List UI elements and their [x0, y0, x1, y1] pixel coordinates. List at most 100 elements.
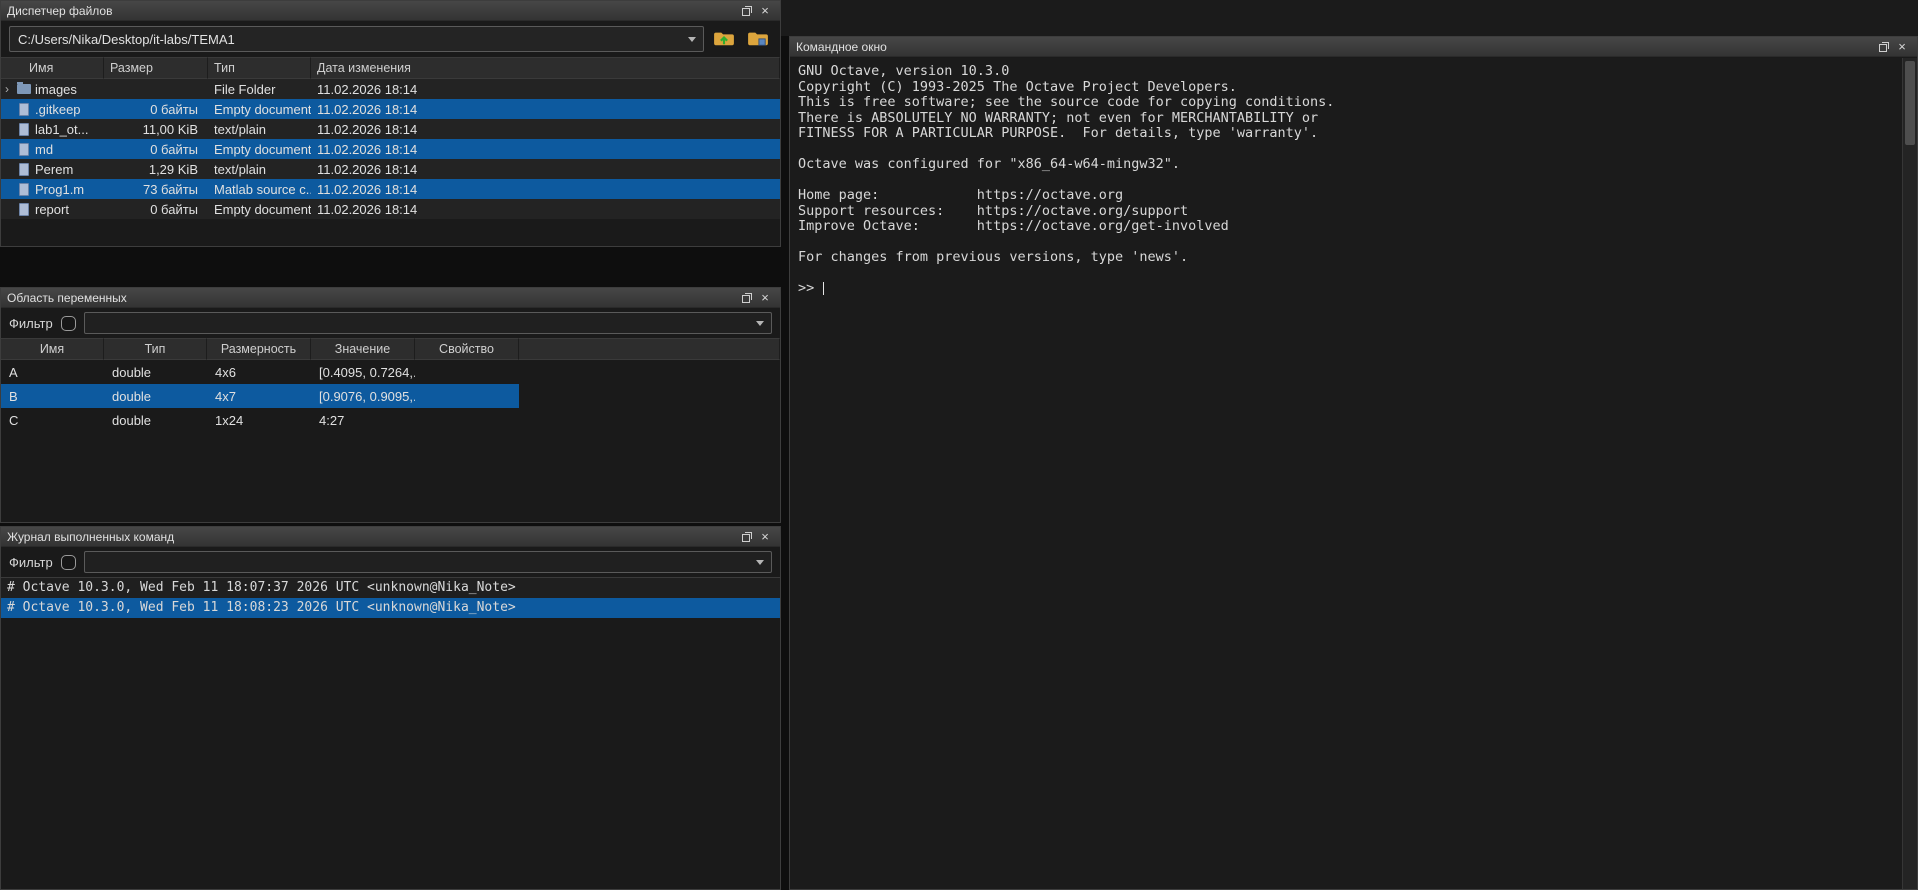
- terminal-line: GNU Octave, version 10.3.0: [798, 64, 1902, 80]
- file-type-cell: Empty document: [208, 142, 311, 157]
- chevron-down-icon: [756, 560, 764, 565]
- variable-value-cell: 4:27: [311, 413, 415, 428]
- column-header-name[interactable]: Имя: [1, 57, 104, 79]
- variable-row[interactable]: Bdouble4x7[0.9076, 0.9095,...: [1, 384, 780, 408]
- column-header-date[interactable]: Дата изменения: [311, 57, 780, 79]
- filter-combobox[interactable]: [84, 551, 772, 573]
- variable-name-cell: A: [1, 365, 104, 380]
- command-output: GNU Octave, version 10.3.0Copyright (C) …: [798, 64, 1902, 281]
- file-date-cell: 11.02.2026 18:14: [311, 122, 780, 137]
- variable-row[interactable]: Cdouble1x244:27: [1, 408, 780, 432]
- file-row[interactable]: report0 байтыEmpty document11.02.2026 18…: [1, 199, 780, 219]
- file-icon: [19, 143, 29, 156]
- file-name-cell: › images: [1, 82, 104, 97]
- terminal-line: This is free software; see the source co…: [798, 95, 1902, 111]
- file-date-cell: 11.02.2026 18:14: [311, 182, 780, 197]
- terminal-line: [798, 173, 1902, 189]
- file-type-cell: Empty document: [208, 102, 311, 117]
- variable-row[interactable]: Adouble4x6[0.4095, 0.7264,...: [1, 360, 780, 384]
- browse-dir-button[interactable]: [744, 26, 772, 52]
- column-header-name[interactable]: Имя: [1, 338, 104, 360]
- command-prompt[interactable]: >>: [798, 281, 1902, 297]
- column-header-dims[interactable]: Размерность: [207, 338, 311, 360]
- undock-button[interactable]: [738, 290, 756, 306]
- file-row[interactable]: Perem1,29 KiBtext/plain11.02.2026 18:14: [1, 159, 780, 179]
- file-name-cell: md: [1, 142, 104, 157]
- history-entry[interactable]: # Octave 10.3.0, Wed Feb 11 18:08:23 202…: [1, 598, 780, 618]
- file-row[interactable]: md0 байтыEmpty document11.02.2026 18:14: [1, 139, 780, 159]
- dir-up-button[interactable]: [710, 26, 738, 52]
- file-size-cell: 11,00 KiB: [104, 122, 208, 137]
- column-header-attr[interactable]: Свойство: [415, 338, 519, 360]
- terminal-line: Copyright (C) 1993-2025 The Octave Proje…: [798, 80, 1902, 96]
- file-name-text: report: [35, 202, 69, 217]
- close-button[interactable]: ×: [1893, 39, 1911, 55]
- variable-value-cell: [0.4095, 0.7264,...: [311, 365, 415, 380]
- close-button[interactable]: ×: [756, 3, 774, 19]
- history-titlebar[interactable]: Журнал выполненных команд ×: [1, 527, 780, 547]
- file-path-combobox[interactable]: C:/Users/Nika/Desktop/it-labs/TEMA1: [9, 26, 704, 52]
- close-button[interactable]: ×: [756, 290, 774, 306]
- undock-icon: [742, 532, 752, 542]
- text-cursor: [823, 282, 824, 295]
- filter-combobox[interactable]: [84, 312, 772, 334]
- file-size-cell: 0 байты: [104, 202, 208, 217]
- prompt-text: >>: [798, 281, 822, 297]
- column-header-type[interactable]: Тип: [208, 57, 311, 79]
- undock-button[interactable]: [1875, 39, 1893, 55]
- file-size-cell: 73 байты: [104, 182, 208, 197]
- column-header-type[interactable]: Тип: [104, 338, 207, 360]
- undock-icon: [1879, 42, 1889, 52]
- filter-checkbox[interactable]: [61, 555, 76, 570]
- panel-title-text: Журнал выполненных команд: [7, 530, 174, 544]
- terminal-line: For changes from previous versions, type…: [798, 250, 1902, 266]
- variable-dims-cell: 1x24: [207, 413, 311, 428]
- file-size-cell: 0 байты: [104, 142, 208, 157]
- history-entry[interactable]: # Octave 10.3.0, Wed Feb 11 18:07:37 202…: [1, 578, 780, 598]
- scrollbar[interactable]: [1902, 58, 1917, 889]
- variable-name-cell: C: [1, 413, 104, 428]
- file-name-text: images: [35, 82, 77, 97]
- terminal-line: Home page: https://octave.org: [798, 188, 1902, 204]
- file-browser-titlebar[interactable]: Диспетчер файлов ×: [1, 1, 780, 21]
- file-date-cell: 11.02.2026 18:14: [311, 82, 780, 97]
- file-size-cell: 1,29 KiB: [104, 162, 208, 177]
- expand-arrow-icon[interactable]: ›: [5, 83, 17, 95]
- undock-button[interactable]: [738, 529, 756, 545]
- chevron-down-icon: [688, 37, 696, 42]
- close-button[interactable]: ×: [756, 529, 774, 545]
- panel-title-text: Командное окно: [796, 40, 887, 54]
- file-name-cell: Prog1.m: [1, 182, 104, 197]
- filter-checkbox[interactable]: [61, 316, 76, 331]
- workspace-titlebar[interactable]: Область переменных ×: [1, 288, 780, 308]
- file-row[interactable]: Prog1.m73 байтыMatlab source c...11.02.2…: [1, 179, 780, 199]
- column-header-size[interactable]: Размер: [104, 57, 208, 79]
- terminal-line: Support resources: https://octave.org/su…: [798, 204, 1902, 220]
- terminal-line: [798, 235, 1902, 251]
- file-name-text: lab1_ot...: [35, 122, 89, 137]
- file-row[interactable]: .gitkeep0 байтыEmpty document11.02.2026 …: [1, 99, 780, 119]
- workspace-table-header: Имя Тип Размерность Значение Свойство: [1, 338, 780, 360]
- panel-title-text: Область переменных: [7, 291, 127, 305]
- file-path-value: C:/Users/Nika/Desktop/it-labs/TEMA1: [18, 32, 235, 47]
- file-name-cell: Perem: [1, 162, 104, 177]
- column-header-filler: [519, 338, 780, 360]
- terminal-area[interactable]: GNU Octave, version 10.3.0Copyright (C) …: [790, 58, 1902, 889]
- command-window-titlebar[interactable]: Командное окно ×: [790, 37, 1917, 57]
- column-header-value[interactable]: Значение: [311, 338, 415, 360]
- variable-dims-cell: 4x7: [207, 389, 311, 404]
- terminal-line: FITNESS FOR A PARTICULAR PURPOSE. For de…: [798, 126, 1902, 142]
- terminal-line: Octave was configured for "x86_64-w64-mi…: [798, 157, 1902, 173]
- file-type-cell: File Folder: [208, 82, 311, 97]
- file-icon: [19, 103, 29, 116]
- file-row[interactable]: lab1_ot...11,00 KiBtext/plain11.02.2026 …: [1, 119, 780, 139]
- file-row[interactable]: › images File Folder11.02.2026 18:14: [1, 79, 780, 99]
- scrollbar-thumb[interactable]: [1905, 61, 1915, 145]
- workspace-panel: Область переменных × Фильтр Имя Тип Разм…: [0, 287, 781, 523]
- file-browser-toolbar: C:/Users/Nika/Desktop/it-labs/TEMA1: [1, 21, 780, 57]
- chevron-down-icon: [756, 321, 764, 326]
- variable-dims-cell: 4x6: [207, 365, 311, 380]
- undock-button[interactable]: [738, 3, 756, 19]
- command-history-panel: Журнал выполненных команд × Фильтр # Oct…: [0, 526, 781, 890]
- history-filter-row: Фильтр: [1, 547, 780, 577]
